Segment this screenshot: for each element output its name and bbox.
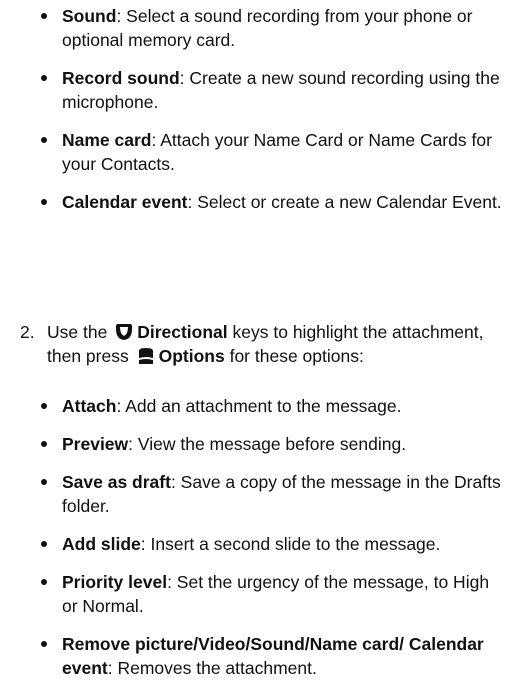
step-text: Use the Directional keys to highlight th… (47, 320, 505, 368)
manual-page: Sound: Select a sound recording from you… (0, 0, 515, 678)
list-item: Name card: Attach your Name Card or Name… (34, 128, 505, 176)
item-term: Name card (62, 130, 152, 150)
list-item: Priority level: Set the urgency of the m… (34, 570, 505, 618)
list-item: Record sound: Create a new sound recordi… (34, 66, 505, 114)
item-desc: : View the message before sending. (128, 434, 407, 454)
item-term: Preview (62, 434, 129, 454)
directional-key-icon (116, 324, 133, 340)
item-term: Save as draft (62, 472, 171, 492)
item-desc: : Select a sound recording from your pho… (62, 6, 473, 50)
list-item: Sound: Select a sound recording from you… (34, 4, 505, 52)
list-item: Save as draft: Save a copy of the messag… (34, 470, 505, 518)
item-desc: : Removes the attachment. (107, 658, 317, 678)
item-term: Priority level (62, 572, 168, 592)
item-term: Attach (62, 396, 117, 416)
step-text-part: for these options: (229, 346, 364, 366)
item-term: Record sound (62, 68, 180, 88)
step-2: 2. Use the Directional keys to highlight… (20, 320, 505, 368)
item-desc: : Insert a second slide to the message. (140, 534, 441, 554)
directional-label: Directional (137, 322, 228, 342)
list-item: Preview: View the message before sending… (34, 432, 505, 456)
list-item: Attach: Add an attachment to the message… (34, 394, 505, 418)
item-term: Add slide (62, 534, 141, 554)
list-item: Calendar event: Select or create a new C… (34, 190, 505, 214)
step-text-part: Use the (47, 322, 108, 342)
item-desc: : Select or create a new Calendar Event. (187, 192, 502, 212)
options-label: Options (158, 346, 225, 366)
item-desc: : Add an attachment to the message. (116, 396, 402, 416)
step-number: 2. (20, 322, 35, 342)
options-list: Attach: Add an attachment to the message… (34, 394, 505, 694)
item-term: Sound (62, 6, 117, 26)
options-key-icon (138, 348, 153, 364)
list-item: Remove picture/Video/Sound/Name card/ Ca… (34, 632, 505, 680)
list-item: Add slide: Insert a second slide to the … (34, 532, 505, 556)
item-term: Calendar event (62, 192, 188, 212)
attachment-type-list: Sound: Select a sound recording from you… (34, 4, 505, 228)
